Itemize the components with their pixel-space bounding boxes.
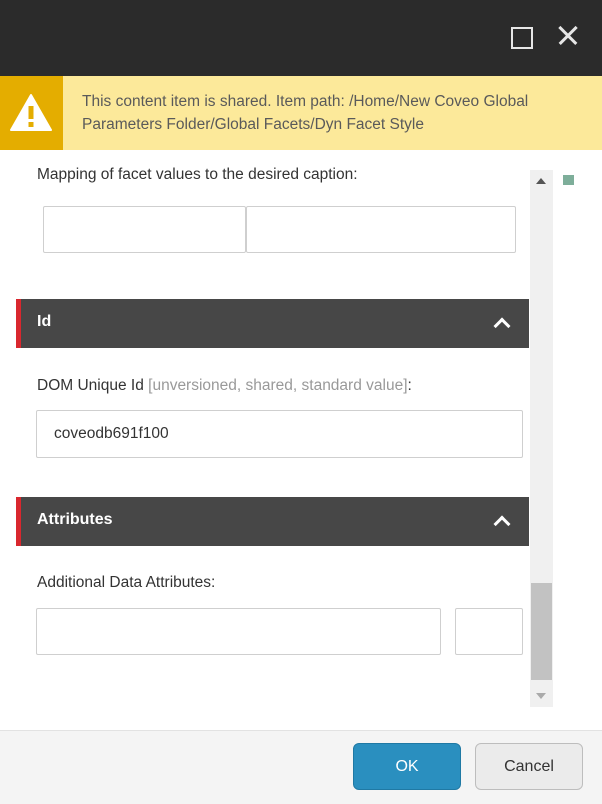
chevron-up-icon[interactable] (495, 515, 507, 527)
close-icon[interactable] (552, 20, 584, 52)
mapping-label: Mapping of facet values to the desired c… (37, 166, 358, 183)
warning-text: This content item is shared. Item path: … (82, 93, 529, 133)
section-title-id: Id (37, 313, 52, 330)
warning-icon (10, 94, 52, 131)
dom-unique-id-input[interactable]: coveodb691f100 (36, 410, 523, 458)
chevron-up-icon[interactable] (495, 317, 507, 329)
dom-unique-id-label-text: DOM Unique Id (37, 377, 144, 394)
attribute-value-input[interactable] (455, 608, 523, 655)
dialog-titlebar (0, 0, 602, 76)
scroll-down-icon[interactable] (536, 693, 546, 699)
cancel-button[interactable]: Cancel (475, 743, 583, 790)
additional-data-attributes-label: Additional Data Attributes: (37, 574, 216, 591)
dom-unique-id-label: DOM Unique Id [unversioned, shared, stan… (37, 377, 412, 395)
vertical-scrollbar[interactable] (530, 170, 553, 707)
scroll-up-icon[interactable] (536, 178, 546, 184)
dialog-footer: OK Cancel (0, 730, 602, 804)
shared-item-warning: This content item is shared. Item path: … (0, 76, 602, 150)
mapping-key-input[interactable] (43, 206, 246, 253)
section-title-attributes: Attributes (37, 511, 113, 528)
ok-button[interactable]: OK (353, 743, 461, 790)
mapping-caption-input[interactable] (246, 206, 516, 253)
form-content: Mapping of facet values to the desired c… (0, 150, 602, 730)
attribute-key-input[interactable] (36, 608, 441, 655)
maximize-icon[interactable] (504, 20, 536, 52)
dom-unique-id-meta: [unversioned, shared, standard value] (148, 377, 408, 394)
section-header-id[interactable]: Id (16, 299, 529, 348)
dom-unique-id-suffix: : (407, 377, 412, 394)
section-header-attributes[interactable]: Attributes (16, 497, 529, 546)
warning-icon-box (0, 76, 63, 150)
scrollbar-thumb[interactable] (531, 583, 552, 680)
validation-marker (563, 175, 574, 185)
